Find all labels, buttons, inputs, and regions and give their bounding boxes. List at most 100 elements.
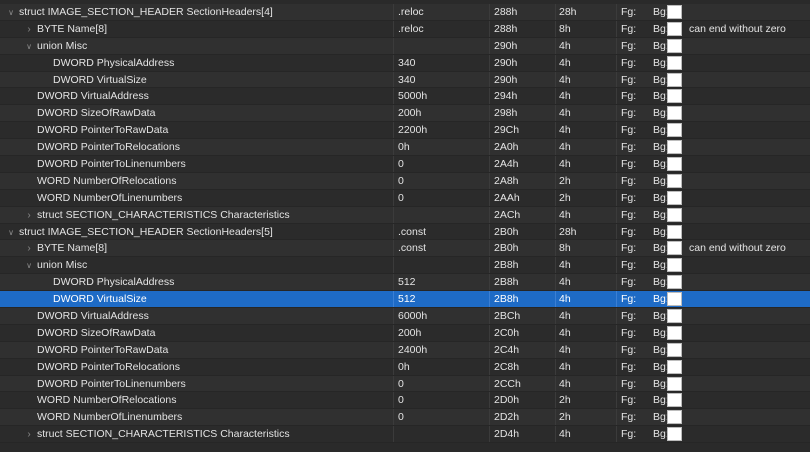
- fg-label: Fg:: [621, 90, 637, 103]
- bg-color-swatch[interactable]: [667, 140, 682, 155]
- bg-color-swatch[interactable]: [667, 190, 682, 205]
- column-separator: [393, 54, 394, 71]
- start-cell: 290h: [494, 39, 518, 52]
- bg-color-swatch[interactable]: [667, 258, 682, 273]
- tree-row[interactable]: DWORD PhysicalAddress 512 2B8h 4h Fg: Bg:: [0, 274, 810, 292]
- column-separator: [393, 88, 394, 105]
- name-cell: DWORD SizeOfRawData: [0, 325, 416, 341]
- bg-color-swatch[interactable]: [667, 123, 682, 138]
- column-separator: [555, 139, 556, 156]
- bg-color-swatch[interactable]: [667, 72, 682, 87]
- tree-row[interactable]: DWORD PointerToRawData 2400h 2C4h 4h Fg: Bg:: [0, 341, 810, 359]
- name-cell: DWORD PointerToRelocations: [0, 139, 416, 155]
- bg-color-swatch[interactable]: [667, 173, 682, 188]
- chevron-right-icon[interactable]: [24, 208, 34, 223]
- tree-row[interactable]: struct IMAGE_SECTION_HEADER SectionHeade…: [0, 223, 810, 241]
- tree-row[interactable]: DWORD VirtualSize 340 290h 4h Fg: Bg:: [0, 71, 810, 89]
- tree-row[interactable]: BYTE Name[8] .const 2B0h 8h Fg: Bg: can end wi…: [0, 240, 810, 258]
- tree-row[interactable]: DWORD PointerToRelocations 0h 2A0h 4h Fg: Bg:: [0, 139, 810, 157]
- column-separator: [489, 139, 490, 156]
- bg-color-swatch[interactable]: [667, 21, 682, 36]
- tree-row[interactable]: DWORD PointerToRawData 2200h 29Ch 4h Fg: Bg:: [0, 122, 810, 140]
- comment-cell: [689, 88, 809, 104]
- tree-row-selected[interactable]: DWORD VirtualSize 512 2B8h 4h Fg: Bg:: [0, 291, 810, 309]
- size-cell: 4h: [559, 326, 571, 339]
- column-separator: [393, 274, 394, 291]
- tree-row[interactable]: struct SECTION_CHARACTERISTICS Character…: [0, 206, 810, 224]
- bg-color-swatch[interactable]: [667, 55, 682, 70]
- column-separator: [555, 341, 556, 358]
- fg-label: Fg:: [621, 428, 637, 441]
- bg-color-swatch[interactable]: [667, 427, 682, 442]
- tree-row[interactable]: WORD NumberOfRelocations 0 2D0h 2h Fg: Bg:: [0, 392, 810, 410]
- tree-row[interactable]: WORD NumberOfRelocations 0 2A8h 2h Fg: Bg:: [0, 172, 810, 190]
- tree-row[interactable]: DWORD VirtualAddress 6000h 2BCh 4h Fg: Bg:: [0, 308, 810, 325]
- column-separator: [489, 71, 490, 88]
- tree-row[interactable]: struct IMAGE_SECTION_HEADER SectionHeade…: [0, 4, 810, 21]
- tree-row[interactable]: WORD NumberOfLinenumbers 0 2D2h 2h Fg: Bg:: [0, 409, 810, 427]
- tree-row[interactable]: BYTE Name[8] .reloc 288h 8h Fg: Bg: can end wi…: [0, 20, 810, 38]
- chevron-right-icon[interactable]: [24, 241, 34, 256]
- start-cell: 29Ch: [494, 124, 520, 137]
- column-separator: [555, 409, 556, 426]
- name-cell: DWORD SizeOfRawData: [0, 105, 416, 121]
- column-separator: [555, 206, 556, 223]
- bg-color-swatch[interactable]: [667, 207, 682, 222]
- bg-cell: Bg:: [653, 409, 683, 425]
- tree-row[interactable]: DWORD PhysicalAddress 340 290h 4h Fg: Bg:: [0, 54, 810, 72]
- size-cell: 4h: [559, 158, 571, 171]
- bg-color-swatch[interactable]: [667, 292, 682, 307]
- bg-color-swatch[interactable]: [667, 106, 682, 121]
- bg-color-swatch[interactable]: [667, 342, 682, 357]
- bg-cell: Bg:: [653, 426, 683, 442]
- fg-label: Fg:: [621, 360, 637, 373]
- chevron-right-icon[interactable]: [24, 22, 34, 37]
- bg-color-swatch[interactable]: [667, 89, 682, 104]
- tree-row[interactable]: DWORD PointerToLinenumbers 0 2A4h 4h Fg: Bg:: [0, 156, 810, 173]
- tree-row[interactable]: DWORD PointerToRelocations 0h 2C8h 4h Fg: Bg:: [0, 358, 810, 376]
- bg-color-swatch[interactable]: [667, 275, 682, 290]
- value-cell: 2200h: [398, 124, 428, 137]
- column-separator: [393, 122, 394, 139]
- column-separator: [555, 375, 556, 392]
- chevron-right-icon[interactable]: [24, 427, 34, 442]
- bg-color-swatch[interactable]: [667, 309, 682, 324]
- chevron-down-icon[interactable]: [24, 39, 34, 54]
- bg-color-swatch[interactable]: [667, 5, 682, 19]
- column-separator: [555, 358, 556, 375]
- tree-row[interactable]: union Misc 2B8h 4h Fg: Bg:: [0, 257, 810, 275]
- value-cell: [398, 426, 488, 442]
- bg-color-swatch[interactable]: [667, 393, 682, 408]
- tree-row[interactable]: DWORD VirtualAddress 5000h 294h 4h Fg: Bg:: [0, 88, 810, 106]
- bg-cell: Bg:: [653, 88, 683, 104]
- chevron-down-icon[interactable]: [24, 258, 34, 273]
- value-cell: .reloc: [398, 6, 424, 18]
- chevron-down-icon[interactable]: [6, 5, 16, 20]
- bg-color-swatch[interactable]: [667, 157, 682, 172]
- tree-row[interactable]: DWORD SizeOfRawData 200h 298h 4h Fg: Bg:: [0, 105, 810, 123]
- tree-row[interactable]: struct SECTION_CHARACTERISTICS Character…: [0, 426, 810, 444]
- bg-color-swatch[interactable]: [667, 224, 682, 239]
- bg-color-swatch[interactable]: [667, 38, 682, 53]
- size-cell: 4h: [559, 310, 571, 323]
- value-cell: .const: [398, 225, 427, 238]
- column-separator: [555, 189, 556, 206]
- start-cell: 2B0h: [494, 242, 519, 255]
- bg-color-swatch[interactable]: [667, 410, 682, 425]
- size-cell: 4h: [559, 107, 571, 120]
- name-cell: struct IMAGE_SECTION_HEADER SectionHeade…: [0, 4, 398, 20]
- bg-cell: Bg:: [653, 257, 683, 273]
- tree-row[interactable]: WORD NumberOfLinenumbers 0 2AAh 2h Fg: Bg:: [0, 189, 810, 207]
- tree-row[interactable]: DWORD PointerToLinenumbers 0 2CCh 4h Fg: Bg:: [0, 375, 810, 393]
- bg-color-swatch[interactable]: [667, 241, 682, 256]
- fg-label: Fg:: [621, 343, 637, 356]
- bg-color-swatch[interactable]: [667, 376, 682, 391]
- tree-row[interactable]: DWORD SizeOfRawData 200h 2C0h 4h Fg: Bg:: [0, 324, 810, 342]
- bg-color-swatch[interactable]: [667, 325, 682, 340]
- bg-color-swatch[interactable]: [667, 359, 682, 374]
- comment-cell: [689, 376, 809, 392]
- start-cell: 2C4h: [494, 343, 520, 356]
- tree-row[interactable]: union Misc 290h 4h Fg: Bg:: [0, 37, 810, 55]
- comment-cell: [689, 308, 809, 324]
- chevron-down-icon[interactable]: [6, 225, 16, 240]
